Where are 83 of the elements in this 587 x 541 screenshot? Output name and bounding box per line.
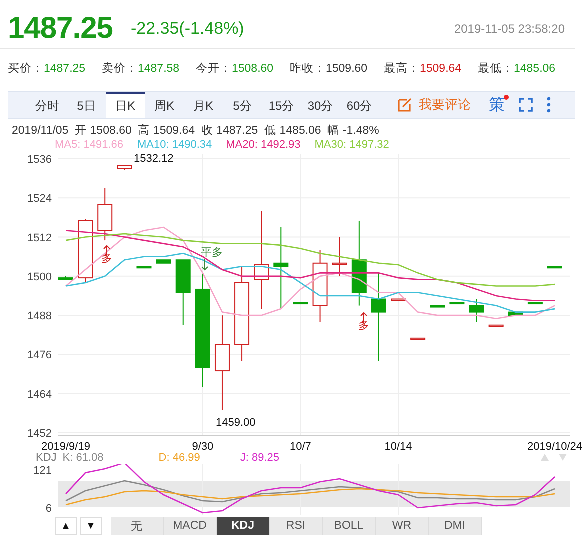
candlestick xyxy=(58,276,74,280)
current-price: 1487.25 xyxy=(8,12,113,46)
quote-item: 买价：1487.25 xyxy=(8,62,87,76)
indicator-tab[interactable]: KDJ xyxy=(217,517,270,535)
axis-label: 1524 xyxy=(28,193,52,206)
period-tab[interactable]: 60分 xyxy=(340,92,379,118)
period-tab[interactable]: 5分 xyxy=(223,92,262,118)
axis-label: 1512 xyxy=(28,232,52,244)
edit-icon xyxy=(397,97,413,113)
kdj-legend-item: J: 89.25 xyxy=(240,452,280,464)
high-price-label: 1532.12 xyxy=(134,153,174,165)
candlestick xyxy=(391,298,406,302)
period-tab[interactable]: 15分 xyxy=(262,92,301,118)
quote-value: 1509.60 xyxy=(326,62,368,74)
axis-label: 1464 xyxy=(28,388,52,401)
candlestick xyxy=(430,305,446,308)
signal-label: 多 xyxy=(102,253,112,265)
candlestick xyxy=(98,188,113,242)
price-change: -22.35(-1.48%) xyxy=(130,19,244,39)
indicator-name: KDJ xyxy=(36,452,57,464)
candlestick xyxy=(136,266,152,269)
candlestick xyxy=(293,302,308,305)
axis-label: 1452 xyxy=(28,428,52,440)
indicator-tab[interactable]: MACD xyxy=(164,517,217,535)
ma-legend-item: MA30: 1497.32 xyxy=(314,139,390,151)
axis-label: 10/14 xyxy=(384,441,412,451)
arrow-button[interactable]: ▲ xyxy=(55,517,77,535)
axis-label: 1536 xyxy=(28,154,52,166)
quote-value: 1487.58 xyxy=(138,62,180,74)
axis-label: 6 xyxy=(46,503,52,515)
period-tab[interactable]: 30分 xyxy=(301,92,340,118)
axis-label: 121 xyxy=(34,465,52,477)
quote-value: 1487.25 xyxy=(44,62,86,74)
candlestick xyxy=(548,266,562,269)
axis-label: 10/7 xyxy=(290,441,312,451)
candlestick xyxy=(450,302,465,305)
candlestick xyxy=(117,165,132,171)
low-price-label: 1459.00 xyxy=(216,417,256,429)
kdj-legend-item: K: 61.08 xyxy=(62,452,104,464)
quote-value: 1485.06 xyxy=(514,62,556,74)
strategy-button[interactable]: 策 xyxy=(485,92,509,118)
candlestick xyxy=(488,324,504,328)
period-tab[interactable]: 周K xyxy=(145,92,184,118)
indicator-tab[interactable]: RSI xyxy=(270,517,323,535)
quote-value: 1509.64 xyxy=(420,62,462,74)
quote-item: 卖价：1487.58 xyxy=(102,62,181,76)
axis-label: 2019/9/19 xyxy=(42,441,90,451)
axis-label: 1500 xyxy=(28,271,52,284)
indicator-tab[interactable]: BOLL xyxy=(323,517,376,535)
candlestick xyxy=(410,338,426,340)
period-tab[interactable]: 月K xyxy=(184,92,223,118)
down-arrow-icon xyxy=(202,258,208,271)
quote-item: 昨收：1509.60 xyxy=(290,62,369,76)
ma-legend-item: MA20: 1492.93 xyxy=(226,139,301,151)
indicator-tab[interactable]: DMI xyxy=(429,517,482,535)
quote-item: 今开：1508.60 xyxy=(196,62,275,76)
indicator-tab[interactable]: 无 xyxy=(111,517,164,535)
axis-label: 9/30 xyxy=(192,441,214,451)
quote-item: 最低：1485.06 xyxy=(478,62,557,76)
period-tab[interactable]: 日K xyxy=(106,92,145,118)
candlestick xyxy=(156,260,172,264)
candlestick xyxy=(78,218,94,284)
kdj-legend-item: D: 46.99 xyxy=(158,452,200,464)
indicator-tab[interactable]: WR xyxy=(376,517,429,535)
signal-label: 平多 xyxy=(201,247,223,259)
quote-item: 最高：1509.64 xyxy=(384,61,463,76)
ma-legend-item: MA5: 1491.66 xyxy=(55,139,124,151)
axis-label: 2019/10/24 xyxy=(527,441,583,451)
day-summary: 2019/11/05 开 1508.60 高 1509.64 收 1487.25 低 1485.06 幅 -1.48% xyxy=(11,123,380,138)
period-tab[interactable]: 分时 xyxy=(28,92,67,118)
candlestick xyxy=(176,260,191,326)
candlestick xyxy=(508,312,524,316)
candlestick xyxy=(528,302,543,305)
candlestick xyxy=(469,298,484,323)
quote-value: 1508.60 xyxy=(232,62,274,74)
ma-legend-item: MA10: 1490.34 xyxy=(138,139,212,151)
axis-label: 1476 xyxy=(28,350,52,362)
signal-label: 多 xyxy=(358,320,370,332)
candlestick xyxy=(332,236,348,277)
period-tab[interactable]: 5日 xyxy=(67,92,106,118)
arrow-button[interactable]: ▼ xyxy=(80,517,102,535)
axis-label: 1488 xyxy=(28,310,52,323)
timestamp: 2019-11-05 23:58:20 xyxy=(454,22,565,36)
